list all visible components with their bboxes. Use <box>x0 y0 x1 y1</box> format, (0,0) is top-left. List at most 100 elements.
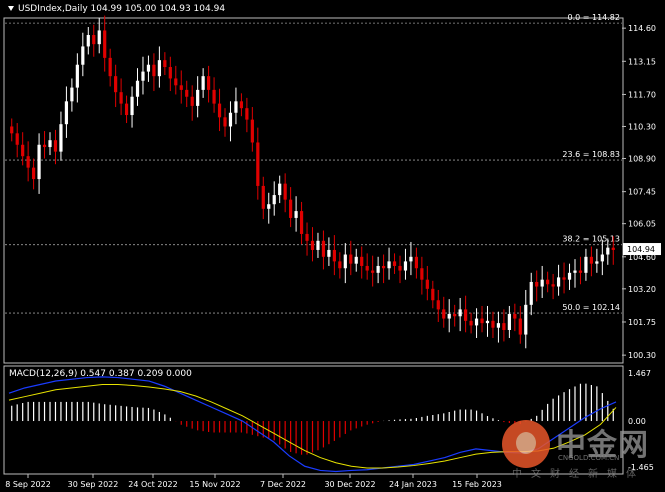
candle-body <box>518 318 522 335</box>
watermark-url: CNGOLD.COM.CN <box>558 454 620 462</box>
candle-body <box>365 265 369 271</box>
price-tick-label: 100.30 <box>628 351 656 360</box>
candle-body <box>42 144 47 148</box>
candle-body <box>250 119 254 143</box>
candle-body <box>272 195 276 205</box>
candle-body <box>32 167 36 180</box>
candle-body <box>606 247 610 255</box>
candle-body <box>381 265 386 269</box>
candle-body <box>551 284 555 287</box>
symbol-header: USDIndex,Daily 104.99 105.00 104.93 104.… <box>8 4 225 14</box>
candle-body <box>338 261 342 269</box>
time-tick-label: 15 Feb 2023 <box>452 480 502 489</box>
candle-body <box>245 108 249 120</box>
candle-body <box>10 126 14 134</box>
candle-body <box>562 277 566 280</box>
candle-body <box>97 30 101 45</box>
candle-body <box>217 103 222 118</box>
candle-body <box>53 140 58 152</box>
candle-body <box>595 261 599 264</box>
candle-body <box>267 204 271 209</box>
candle-body <box>130 96 134 116</box>
collapse-triangle-icon[interactable] <box>8 6 14 11</box>
candle-body <box>354 256 358 264</box>
candle-body <box>294 211 298 218</box>
candle-body <box>152 64 156 77</box>
candle-body <box>206 76 211 90</box>
candle-body <box>70 87 74 102</box>
price-tick-label: 108.90 <box>628 154 656 163</box>
candle-body <box>349 254 353 264</box>
candle-body <box>59 124 63 152</box>
candle-body <box>310 240 315 250</box>
candle-body <box>535 281 539 287</box>
candle-body <box>387 261 391 269</box>
candle-body <box>502 323 506 330</box>
candle-body <box>376 265 380 273</box>
candle-body <box>119 92 123 104</box>
candle-body <box>600 254 604 262</box>
candle-body <box>485 320 490 324</box>
candle-body <box>316 240 320 250</box>
candle-body <box>529 281 533 305</box>
symbol-ohlc-text: USDIndex,Daily 104.99 105.00 104.93 104.… <box>18 4 226 14</box>
current-price-label: 104.94 <box>627 245 655 254</box>
candle-body <box>567 272 572 280</box>
macd-header: MACD(12,26,9) 0.547 0.387 0.209 0.000 <box>9 369 192 379</box>
candle-body <box>114 76 118 93</box>
candle-body <box>103 30 107 58</box>
candle-body <box>398 265 402 271</box>
candle-body <box>491 320 495 328</box>
candle-body <box>201 76 205 90</box>
candle-body <box>442 309 446 319</box>
candle-body <box>360 256 364 266</box>
watermark: 中金网 CNGOLD.COM.CN 中文财经新媒体 <box>500 418 660 480</box>
candle-body <box>321 240 326 257</box>
candle-body <box>556 277 561 287</box>
candle-body <box>425 279 429 289</box>
candle-body <box>26 156 30 168</box>
candle-body <box>327 249 331 257</box>
candle-body <box>146 64 151 72</box>
candle-body <box>474 318 479 326</box>
candle-body <box>469 320 473 326</box>
candle-body <box>64 101 69 125</box>
candle-body <box>135 80 140 97</box>
candle-body <box>168 67 172 79</box>
candle-body <box>496 323 501 328</box>
price-tick-label: 114.60 <box>628 24 656 33</box>
price-tick-label: 111.70 <box>628 90 656 99</box>
candle-body <box>141 71 145 81</box>
candle-body <box>332 249 336 262</box>
time-tick-label: 30 Sep 2022 <box>68 480 119 489</box>
candle-body <box>524 304 528 335</box>
candle-body <box>15 133 19 145</box>
candle-body <box>305 233 309 241</box>
candle-body <box>190 96 194 106</box>
time-tick-label: 7 Dec 2022 <box>260 480 306 489</box>
watermark-tagline: 中文财经新媒体 <box>512 469 645 480</box>
price-tick-label: 101.75 <box>628 318 656 327</box>
time-tick-label: 15 Nov 2022 <box>189 480 240 489</box>
candle-body <box>458 309 462 317</box>
candle-body <box>234 101 238 113</box>
candle-body <box>464 309 468 321</box>
candle-body <box>431 288 435 301</box>
candle-body <box>420 268 424 280</box>
price-tick-label: 107.45 <box>628 188 656 197</box>
candle-body <box>283 183 287 200</box>
candle-body <box>92 35 96 45</box>
candle-body <box>507 313 511 330</box>
candle-body <box>403 261 408 271</box>
candle-body <box>124 103 129 116</box>
candle-body <box>436 300 440 310</box>
candle-body <box>228 112 233 127</box>
time-tick-label: 8 Sep 2022 <box>5 480 51 489</box>
candle-body <box>261 185 265 209</box>
price-tick-label: 103.20 <box>628 285 656 294</box>
candle-body <box>239 101 244 109</box>
time-tick-label: 24 Jan 2023 <box>389 480 437 489</box>
candle-body <box>392 261 397 266</box>
candle-body <box>278 183 282 196</box>
price-tick-label: 106.05 <box>628 220 656 229</box>
